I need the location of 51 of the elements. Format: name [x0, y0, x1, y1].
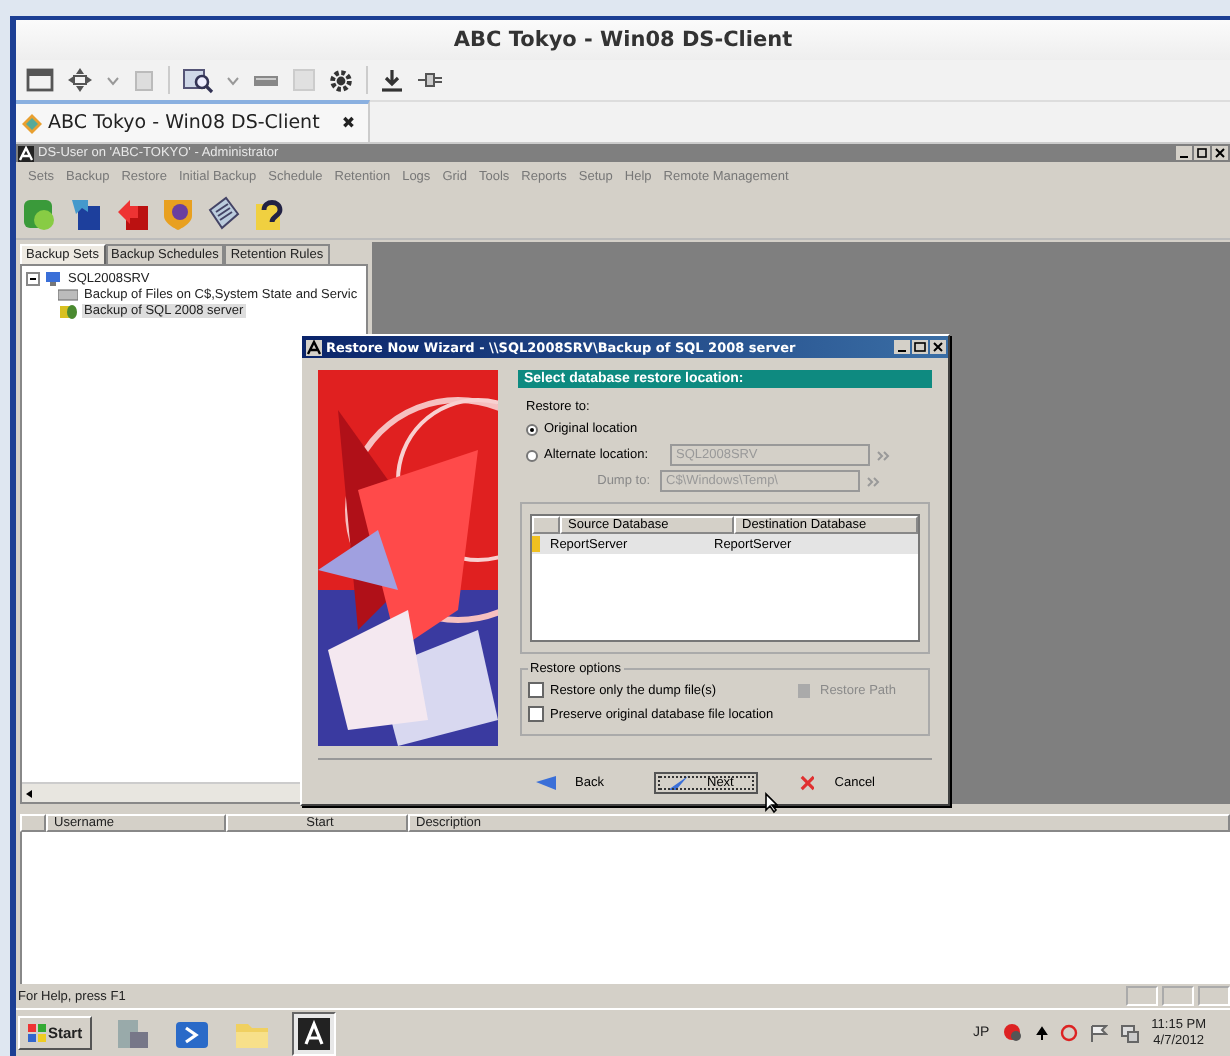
- checkbox[interactable]: [528, 682, 544, 698]
- checkbox[interactable]: [528, 706, 544, 722]
- minimize-icon[interactable]: [1176, 146, 1192, 160]
- server-icon: [44, 269, 62, 287]
- document-icon: [796, 681, 812, 699]
- tab-label: ABC Tokyo - Win08 DS-Client: [48, 112, 320, 134]
- settings-icon[interactable]: [328, 67, 354, 93]
- status-pane: [1198, 986, 1230, 1006]
- network-icon[interactable]: [1119, 1023, 1140, 1043]
- sync-icon[interactable]: [66, 194, 106, 234]
- session-tab[interactable]: ABC Tokyo - Win08 DS-Client ✖: [16, 100, 370, 142]
- windows-logo-icon: [28, 1024, 46, 1042]
- caret-icon[interactable]: [106, 75, 120, 85]
- app-logo-icon: [18, 145, 34, 161]
- status-pane: [1162, 986, 1194, 1006]
- cross-icon: [799, 773, 815, 791]
- drive-icon: [58, 287, 78, 301]
- maximize-icon[interactable]: [912, 340, 928, 354]
- keyboard-icon[interactable]: [252, 72, 280, 88]
- window-title: ABC Tokyo - Win08 DS-Client: [453, 28, 793, 52]
- zoom-icon[interactable]: [182, 66, 214, 94]
- no-entry-icon[interactable]: [1059, 1024, 1078, 1042]
- status-pane: [1126, 986, 1158, 1006]
- close-icon[interactable]: [1212, 146, 1228, 160]
- up-arrow-icon[interactable]: [1035, 1025, 1048, 1041]
- server-manager-icon[interactable]: [112, 1015, 153, 1051]
- download-icon[interactable]: [380, 67, 404, 93]
- radio-button[interactable]: [526, 423, 538, 435]
- radio-button[interactable]: [526, 449, 538, 461]
- move-icon[interactable]: [66, 66, 94, 94]
- left-arrow-icon[interactable]: [22, 785, 38, 801]
- taskbar-app-button[interactable]: [292, 1011, 337, 1055]
- diamond-icon: [22, 113, 42, 133]
- plug-icon[interactable]: [416, 68, 444, 92]
- close-icon[interactable]: ✖: [341, 114, 356, 132]
- minimize-icon[interactable]: [894, 340, 910, 354]
- shield-icon[interactable]: [158, 194, 198, 234]
- forward-arrow-icon: [667, 775, 687, 789]
- tray-app-icon[interactable]: [1001, 1022, 1024, 1044]
- back-arrow-icon: [535, 775, 555, 789]
- database-icon: [58, 301, 78, 319]
- restore-icon[interactable]: [1194, 146, 1210, 160]
- document-icon[interactable]: [204, 194, 244, 234]
- close-icon[interactable]: [930, 340, 946, 354]
- app-logo-icon: [306, 339, 322, 355]
- display-icon[interactable]: [26, 68, 54, 92]
- caret-icon[interactable]: [226, 75, 240, 85]
- row-marker-icon: [532, 536, 540, 552]
- collapse-icon[interactable]: [26, 271, 40, 285]
- flag-icon[interactable]: [1089, 1023, 1108, 1043]
- header-corner: [20, 814, 46, 832]
